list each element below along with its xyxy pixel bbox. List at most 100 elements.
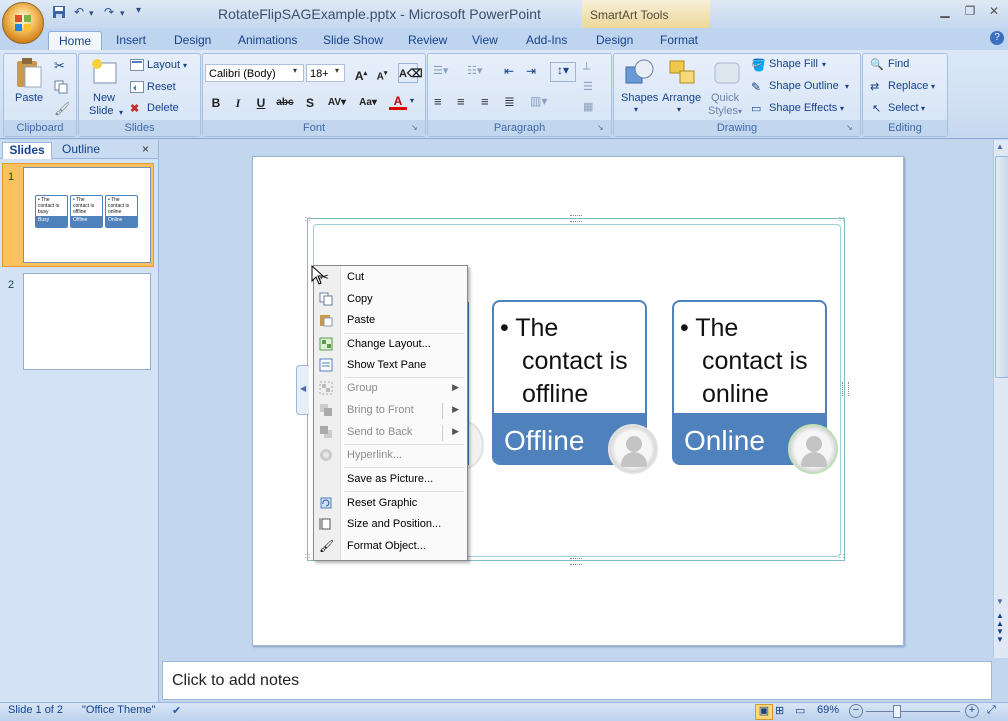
align-left-icon[interactable]: ≡ (434, 94, 442, 109)
line-spacing-icon[interactable]: ↕▾ (550, 62, 576, 82)
replace-dropdown-icon[interactable]: ▾ (931, 82, 935, 91)
shrink-font-icon[interactable]: A▾ (372, 63, 392, 83)
menu-item-bring-to-front[interactable]: Bring to Front ▶ (314, 401, 467, 421)
shape-fill-button[interactable]: Shape Fill (769, 58, 818, 70)
shapes-button[interactable]: Shapes (621, 92, 658, 104)
zoom-in-icon[interactable]: + (965, 704, 979, 718)
drawing-dialog-launcher-icon[interactable]: ↘ (846, 123, 853, 132)
change-case-icon[interactable]: Aa▾ (354, 92, 382, 112)
menu-item-size-and-position[interactable]: Size and Position... (314, 515, 467, 535)
shape-effects-dropdown-icon[interactable]: ▾ (840, 104, 844, 113)
minimize-icon[interactable]: ▁ (935, 4, 955, 20)
close-pane-icon[interactable]: × (142, 142, 149, 158)
text-direction-icon[interactable]: ⟂ (583, 60, 590, 73)
corner-handle-bl[interactable]: ∷ (305, 552, 310, 561)
tab-slides-pane[interactable]: Slides (2, 142, 52, 159)
text-pane-toggle[interactable]: ◀ (296, 365, 309, 415)
tab-review[interactable]: Review (398, 31, 457, 50)
slide-sorter-view-icon[interactable]: ⊞ (775, 704, 784, 717)
columns-icon[interactable]: ▥▾ (530, 94, 547, 108)
tab-slide-show[interactable]: Slide Show (313, 31, 393, 50)
clear-formatting-icon[interactable]: A⌫ (398, 63, 423, 83)
paragraph-dialog-launcher-icon[interactable]: ↘ (597, 123, 604, 132)
zoom-slider-track[interactable] (866, 711, 960, 712)
save-icon[interactable] (52, 5, 66, 21)
find-button[interactable]: Find (888, 58, 909, 70)
paste-button[interactable]: Paste (15, 92, 43, 104)
shapes-icon[interactable] (624, 57, 654, 92)
delete-button[interactable]: Delete (147, 102, 179, 114)
tab-insert[interactable]: Insert (106, 31, 156, 50)
select-button[interactable]: Select (888, 102, 919, 114)
scroll-up-icon[interactable]: ▲ (996, 142, 1004, 151)
fit-to-window-icon[interactable]: ⤢ (987, 704, 996, 717)
new-slide-label-1[interactable]: New (93, 92, 115, 104)
menu-item-cut[interactable]: ✂ Cut (314, 268, 467, 288)
format-painter-icon[interactable]: 🖌 (54, 101, 71, 117)
shape-effects-button[interactable]: Shape Effects (769, 102, 837, 114)
replace-button[interactable]: Replace (888, 80, 928, 92)
strikethrough-icon[interactable]: abc (275, 92, 295, 112)
maximize-icon[interactable]: ❐ (960, 4, 980, 20)
slide-show-view-icon[interactable]: ▭ (795, 704, 805, 717)
menu-item-hyperlink[interactable]: Hyperlink... (314, 446, 467, 466)
menu-item-paste[interactable]: Paste (314, 311, 467, 331)
menu-item-change-layout[interactable]: Change Layout... (314, 335, 467, 355)
scroll-down-icon[interactable]: ▼ (996, 597, 1004, 606)
arrange-icon[interactable] (668, 57, 698, 92)
increase-indent-icon[interactable]: ⇥ (526, 64, 536, 78)
tab-view[interactable]: View (462, 31, 508, 50)
replace-icon[interactable]: ⇄ (870, 80, 879, 93)
reset-button[interactable]: Reset (147, 81, 176, 93)
tab-smartart-design[interactable]: Design (586, 31, 643, 50)
tab-design[interactable]: Design (164, 31, 221, 50)
align-center-icon[interactable]: ≡ (457, 94, 465, 109)
font-dialog-launcher-icon[interactable]: ↘ (411, 123, 418, 132)
underline-icon[interactable]: U (251, 92, 271, 112)
shapes-dropdown-icon[interactable]: ▾ (634, 105, 638, 114)
font-color-dropdown-icon[interactable]: ▾ (410, 96, 414, 105)
quick-styles-label-2[interactable]: Styles (708, 105, 738, 117)
menu-item-format-object[interactable]: 🖌 Format Object... (314, 537, 467, 557)
convert-smartart-icon[interactable]: ▦ (583, 100, 593, 113)
bottom-resize-handle[interactable] (570, 558, 582, 565)
previous-slide-icon[interactable]: ▲ ▲ (996, 612, 1004, 628)
arrange-dropdown-icon[interactable]: ▾ (677, 105, 681, 114)
numbering-icon[interactable]: ☷▾ (467, 64, 482, 77)
menu-item-copy[interactable]: Copy (314, 290, 467, 310)
arrange-button[interactable]: Arrange (662, 92, 701, 104)
cut-icon[interactable]: ✂ (54, 58, 65, 74)
paste-icon[interactable] (14, 57, 44, 91)
new-slide-dropdown-icon[interactable]: ▾ (119, 108, 123, 117)
copy-icon[interactable] (54, 80, 68, 97)
bold-icon[interactable]: B (206, 92, 226, 112)
layout-dropdown-icon[interactable]: ▾ (183, 61, 187, 70)
decrease-indent-icon[interactable]: ⇤ (504, 64, 514, 78)
quick-styles-icon[interactable] (712, 57, 742, 92)
undo-icon[interactable]: ↶ (74, 5, 84, 21)
corner-handle-br[interactable]: ∷ (839, 552, 844, 561)
normal-view-icon[interactable]: ▣ (755, 704, 773, 720)
menu-item-save-as-picture[interactable]: Save as Picture... (314, 470, 467, 490)
menu-item-group[interactable]: Group ▶ (314, 379, 467, 399)
zoom-slider-thumb[interactable] (893, 705, 901, 718)
quick-styles-dropdown-icon[interactable]: ▾ (738, 107, 742, 116)
align-right-icon[interactable]: ≡ (481, 94, 489, 109)
corner-handle-tl[interactable]: ∷ (305, 215, 310, 224)
new-slide-icon[interactable] (90, 57, 118, 87)
redo-dropdown-icon[interactable]: ▾ (120, 8, 125, 24)
top-resize-handle[interactable] (570, 215, 582, 222)
zoom-out-icon[interactable]: − (849, 704, 863, 718)
font-size-dropdown-icon[interactable]: ▾ (335, 66, 339, 75)
corner-handle-tr[interactable]: ∷ (839, 215, 844, 224)
tab-add-ins[interactable]: Add-Ins (516, 31, 577, 50)
redo-icon[interactable]: ↷ (104, 5, 114, 21)
select-dropdown-icon[interactable]: ▾ (921, 104, 925, 113)
notes-pane[interactable]: Click to add notes (162, 661, 992, 700)
scroll-thumb[interactable] (995, 156, 1008, 378)
font-name-combo[interactable]: Calibri (Body) (205, 64, 304, 82)
select-icon[interactable]: ↖ (872, 102, 881, 115)
right-resize-handle[interactable] (842, 382, 849, 396)
menu-item-reset-graphic[interactable]: Reset Graphic (314, 494, 467, 514)
find-icon[interactable]: 🔍 (870, 58, 884, 71)
